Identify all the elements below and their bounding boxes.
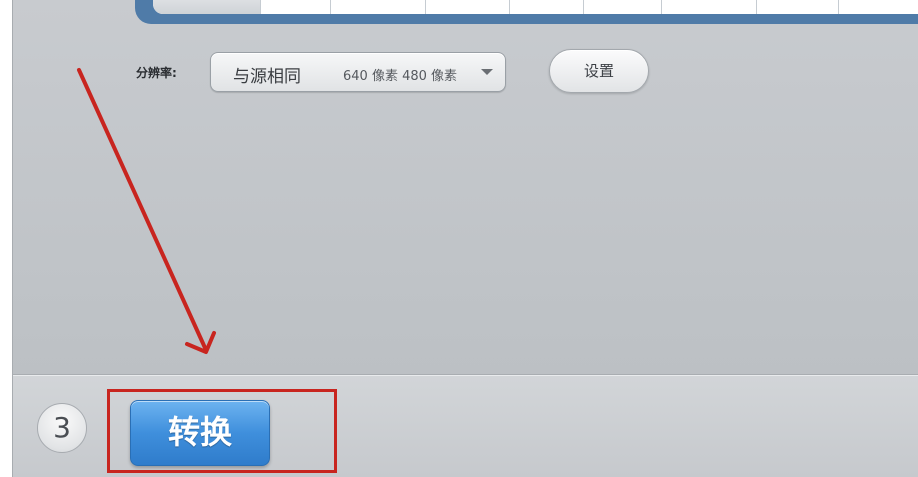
table-column-header[interactable] bbox=[153, 0, 261, 14]
file-table-header-row bbox=[153, 0, 918, 14]
table-column-header[interactable] bbox=[584, 0, 662, 14]
table-column-header[interactable] bbox=[510, 0, 584, 14]
resolution-selected-dimensions: 640 像素 480 像素 bbox=[343, 69, 458, 84]
resolution-selected-value: 与源相同 bbox=[233, 67, 301, 87]
table-column-header[interactable] bbox=[662, 0, 757, 14]
table-column-header[interactable] bbox=[757, 0, 839, 14]
table-column-header[interactable] bbox=[839, 0, 918, 14]
resolution-dropdown[interactable]: 与源相同 640 像素 480 像素 bbox=[210, 52, 506, 92]
step-number-badge: 3 bbox=[37, 403, 87, 453]
resolution-label: 分辨率: bbox=[136, 66, 177, 80]
annotation-highlight-box bbox=[107, 389, 337, 473]
table-column-header[interactable] bbox=[426, 0, 510, 14]
table-column-header[interactable] bbox=[331, 0, 426, 14]
file-table-frame bbox=[135, 0, 918, 24]
table-column-header[interactable] bbox=[261, 0, 331, 14]
chevron-down-icon bbox=[481, 69, 493, 75]
settings-button[interactable]: 设置 bbox=[549, 49, 649, 93]
